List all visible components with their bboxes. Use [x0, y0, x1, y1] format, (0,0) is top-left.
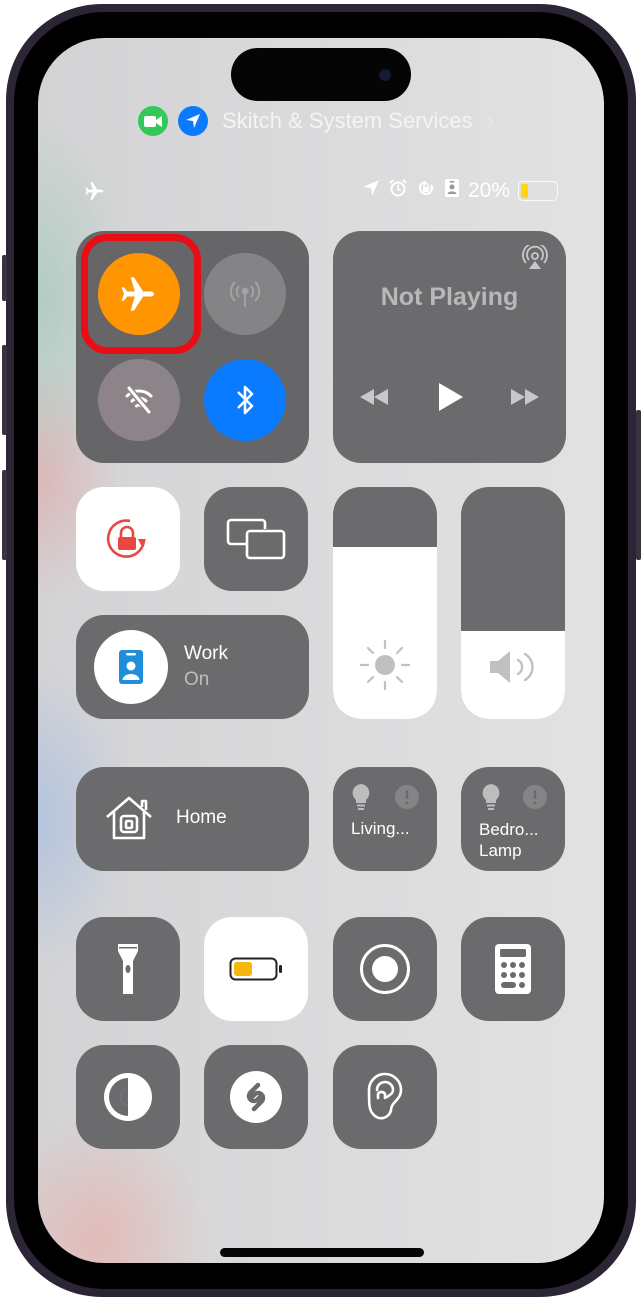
home-module[interactable]: Home	[76, 767, 309, 871]
brightness-level	[333, 547, 437, 719]
fast-forward-icon[interactable]	[509, 387, 541, 412]
calculator-icon	[495, 944, 531, 994]
focus-icon-circle	[94, 630, 168, 704]
cellular-antenna-icon	[229, 281, 261, 307]
rewind-icon[interactable]	[358, 387, 390, 412]
ear-icon	[367, 1072, 403, 1120]
lightbulb-icon	[481, 783, 501, 816]
airplane-icon	[84, 180, 106, 207]
battery-fill	[521, 183, 528, 198]
dynamic-island	[231, 48, 411, 101]
screen-mirroring-button[interactable]	[204, 487, 308, 591]
sun-icon	[359, 639, 411, 691]
focus-title: Work	[184, 643, 228, 664]
dark-mode-button[interactable]	[76, 1045, 180, 1149]
bluetooth-icon	[237, 385, 254, 415]
status-bar: 20%	[38, 178, 604, 206]
low-power-mode-toggle[interactable]	[204, 917, 308, 1021]
volume-down-button	[2, 470, 7, 560]
airplane-mode-highlight	[81, 234, 201, 354]
battery-icon	[518, 180, 558, 201]
accessory-name: Bedro...	[479, 820, 539, 839]
alarm-icon	[388, 178, 408, 203]
flashlight-icon	[118, 944, 138, 994]
power-button	[636, 410, 641, 560]
lightbulb-icon	[351, 783, 371, 816]
chevron-right-icon: ›	[486, 108, 494, 133]
privacy-label: Skitch & System Services	[222, 108, 473, 133]
calculator-button[interactable]	[461, 917, 565, 1021]
speaker-icon	[490, 651, 534, 683]
orientation-lock-toggle[interactable]	[76, 487, 180, 591]
work-badge-icon	[119, 650, 143, 684]
wifi-toggle[interactable]	[98, 359, 180, 441]
volume-up-button	[2, 345, 7, 435]
exclamation-icon	[523, 785, 547, 814]
brightness-slider[interactable]	[333, 487, 437, 719]
focus-module[interactable]: Work On	[76, 615, 309, 719]
front-camera	[379, 69, 391, 81]
shazam-button[interactable]	[204, 1045, 308, 1149]
cellular-data-toggle[interactable]	[204, 253, 286, 335]
shazam-icon	[230, 1071, 282, 1123]
privacy-indicator[interactable]: Skitch & System Services ›	[138, 106, 494, 136]
now-playing-module[interactable]: Not Playing	[333, 231, 566, 463]
home-label: Home	[176, 807, 227, 828]
airplay-audio-icon[interactable]	[522, 242, 548, 276]
screen-mirroring-icon	[226, 518, 286, 560]
orientation-lock-icon	[106, 519, 146, 558]
screen-recording-button[interactable]	[333, 917, 437, 1021]
action-button	[2, 255, 7, 301]
battery-icon	[229, 957, 282, 981]
battery-percentage: 20%	[467, 178, 510, 202]
home-icon	[104, 795, 154, 846]
orientation-lock-icon	[416, 178, 436, 203]
camera-icon	[138, 106, 168, 136]
bluetooth-toggle[interactable]	[204, 359, 286, 441]
home-indicator[interactable]	[220, 1248, 424, 1257]
accessory-name-line2: Lamp	[479, 841, 522, 860]
work-focus-icon	[444, 178, 460, 203]
volume-slider[interactable]	[461, 487, 565, 719]
now-playing-title: Not Playing	[380, 283, 519, 311]
exclamation-icon	[395, 785, 419, 814]
play-icon[interactable]	[437, 381, 465, 418]
record-icon	[360, 944, 410, 994]
hearing-button[interactable]	[333, 1045, 437, 1149]
accessory-name: Living...	[351, 819, 410, 838]
accessory-tile-living[interactable]: Living...	[333, 767, 437, 871]
location-arrow-icon	[178, 106, 208, 136]
focus-status: On	[184, 669, 210, 690]
flashlight-button[interactable]	[76, 917, 180, 1021]
location-icon	[362, 179, 380, 202]
dark-mode-icon	[104, 1073, 152, 1121]
control-center: Skitch & System Services › 20% Not Playi…	[38, 38, 604, 1263]
wifi-off-icon	[125, 385, 153, 415]
accessory-tile-bedroom-lamp[interactable]: Bedro... Lamp	[461, 767, 565, 871]
